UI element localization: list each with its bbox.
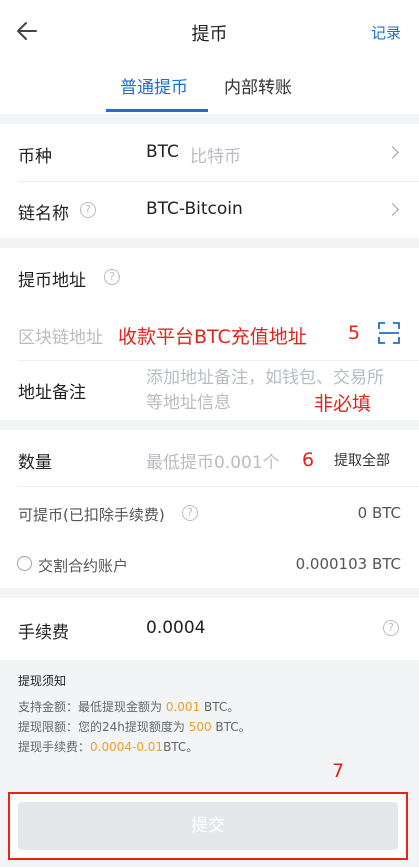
address-annotation: 收款平台BTC充值地址 (118, 326, 307, 348)
step-7-annotation: 7 (332, 760, 345, 782)
fee-label: 手续费 (18, 623, 69, 643)
chain-label: 链名称 (18, 204, 69, 224)
memo-annotation: 非必填 (314, 393, 372, 415)
divider (18, 360, 419, 361)
divider (18, 486, 419, 487)
currency-section: 币种 BTC 比特币 链名称 ? BTC-Bitcoin (0, 124, 419, 238)
currency-label: 币种 (18, 147, 52, 167)
tab-internal-transfer[interactable]: 内部转账 (224, 73, 292, 98)
currency-row[interactable]: 币种 BTC 比特币 (0, 124, 419, 181)
fee-value: 0.0004 (146, 618, 206, 638)
help-icon[interactable]: ? (383, 620, 399, 636)
top-bar: 提币 记录 (0, 0, 419, 62)
currency-name: 比特币 (190, 147, 241, 167)
available-value: 0 BTC (357, 504, 401, 522)
notice-title: 提现须知 (18, 674, 67, 688)
chain-value: BTC-Bitcoin (146, 199, 243, 219)
address-label: 提币地址 (18, 271, 86, 291)
notice-line-2: 提现限额：您的24h提现额度为 500 BTC。 (18, 720, 251, 734)
help-icon[interactable]: ? (104, 269, 120, 285)
amount-label: 数量 (18, 453, 52, 473)
page-title: 提币 (191, 24, 228, 45)
tab-normal-withdraw[interactable]: 普通提币 (120, 73, 188, 98)
memo-label: 地址备注 (18, 383, 86, 403)
contract-account-radio[interactable] (17, 556, 32, 571)
notice-line-3: 提现手续费：0.0004-0.01BTC。 (18, 740, 199, 754)
withdraw-all-button[interactable]: 提取全部 (334, 450, 390, 470)
amount-input[interactable]: 最低提币0.001个 (146, 448, 280, 473)
help-icon[interactable]: ? (182, 505, 198, 521)
submit-button[interactable]: 提交 (18, 802, 398, 850)
step-6-annotation: 6 (302, 449, 315, 471)
contract-account-value: 0.000103 BTC (295, 555, 401, 573)
notice-line-1: 支持金额：最低提现金额为 0.001 BTC。 (18, 700, 240, 714)
help-icon[interactable]: ? (80, 202, 96, 218)
scan-icon[interactable] (378, 322, 400, 344)
address-section: 提币地址 ? 区块链地址 收款平台BTC充值地址 5 地址备注 添加地址备注，如… (0, 248, 419, 420)
chain-row[interactable]: 链名称 ? BTC-Bitcoin (0, 181, 419, 238)
withdraw-notice: 提现须知 支持金额：最低提现金额为 0.001 BTC。 提现限额：您的24h提… (0, 660, 419, 782)
contract-account-label[interactable]: 交割合约账户 (38, 555, 128, 576)
chevron-right-icon (386, 203, 399, 216)
step-5-annotation: 5 (348, 322, 361, 344)
active-tab-indicator (106, 109, 208, 112)
tab-bar: 普通提币 内部转账 (0, 62, 419, 114)
available-label: 可提币(已扣除手续费) (18, 506, 165, 524)
chevron-right-icon (386, 146, 399, 159)
address-input[interactable]: 区块链地址 (18, 323, 103, 348)
records-link[interactable]: 记录 (371, 22, 401, 43)
amount-section: 数量 最低提币0.001个 6 提取全部 可提币(已扣除手续费) ? 0 BTC… (0, 430, 419, 588)
currency-code: BTC (146, 142, 179, 162)
submit-highlight-box: 提交 (8, 792, 408, 860)
fee-section: 手续费 0.0004 ? (0, 598, 419, 660)
